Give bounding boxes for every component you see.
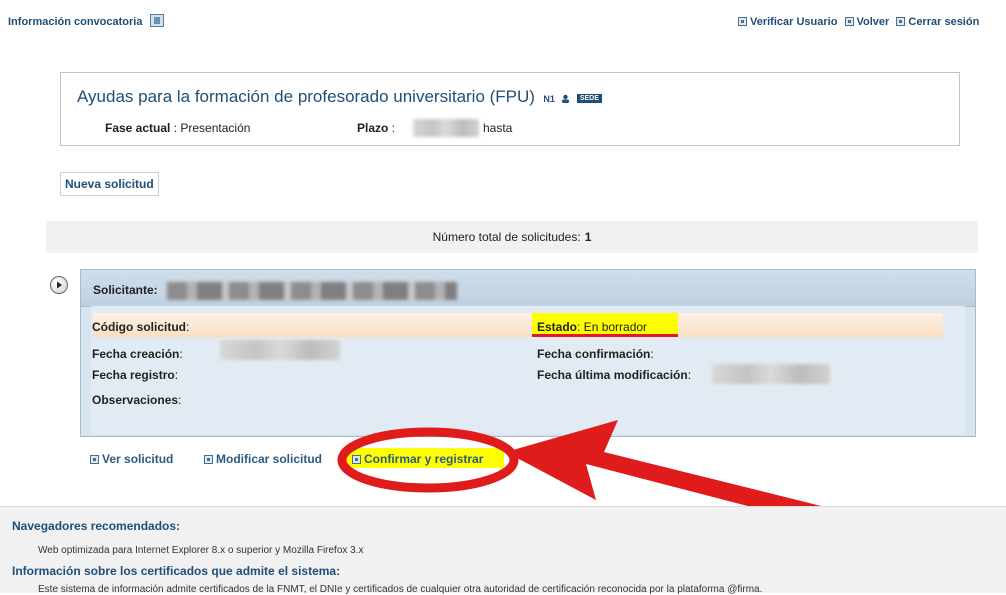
observaciones-sep: : [178, 393, 182, 407]
fecha-registro-field: Fecha registro: [92, 366, 178, 384]
top-nav: Verificar Usuario Volver Cerrar sesión [738, 16, 979, 28]
convocatoria-title: Ayudas para la formación de profesorado … [77, 87, 535, 106]
bullet-icon [204, 455, 213, 464]
browsers-title: Navegadores recomendados: [12, 519, 181, 533]
back-link[interactable]: Volver [844, 16, 889, 28]
ver-solicitud-link[interactable]: Ver solicitud [90, 452, 173, 466]
fecha-registro-label: Fecha registro [92, 368, 175, 382]
certificates-text: Este sistema de información admite certi… [38, 584, 763, 595]
expand-toggle-icon[interactable] [50, 276, 68, 294]
plazo-hasta: hasta [483, 121, 513, 135]
info-convocatoria-link[interactable]: Información convocatoria [8, 14, 164, 28]
plazo-row: Plazo : [357, 121, 395, 135]
fecha-mod-sep: : [687, 368, 692, 382]
fecha-creacion-field: Fecha creación: [92, 345, 183, 363]
solicitud-panel: Solicitante: [80, 269, 976, 437]
fase-label: Fase actual [105, 121, 171, 135]
plazo-label: Plazo [357, 121, 389, 135]
fecha-creacion-redacted [220, 340, 340, 360]
info-icon [149, 14, 164, 27]
fecha-mod-field: Fecha última modificación: [537, 366, 691, 384]
observaciones-field: Observaciones: [92, 391, 181, 409]
new-request-button[interactable]: Nueva solicitud [60, 172, 159, 196]
bullet-icon [896, 17, 906, 26]
codigo-field: Código solicitud: [92, 318, 189, 336]
bullet-icon [352, 455, 361, 464]
logout-link[interactable]: Cerrar sesión [896, 16, 979, 28]
bullet-icon [738, 17, 747, 26]
convocatoria-box: Ayudas para la formación de profesorado … [60, 72, 960, 146]
total-label: Número total de solicitudes: [432, 230, 581, 244]
total-bar: Número total de solicitudes: 1 [46, 221, 978, 253]
bullet-icon [844, 17, 854, 26]
fase-value: : Presentación [173, 121, 251, 135]
fecha-mod-label: Fecha última modificación [537, 368, 688, 382]
codigo-sep: : [186, 320, 190, 334]
new-request-label: Nueva solicitud [65, 177, 154, 191]
plazo-start-redacted [413, 119, 479, 137]
fecha-mod-redacted [712, 364, 830, 384]
estado-label: Estado [537, 320, 578, 334]
estado-value: : En borrador [577, 320, 648, 334]
info-convocatoria-label: Información convocatoria [8, 16, 143, 28]
fecha-creacion-sep: : [179, 347, 183, 361]
solicitante-label: Solicitante: [93, 283, 158, 297]
certificates-title: Información sobre los certificados que a… [12, 564, 341, 578]
fecha-confirmacion-sep: : [650, 347, 654, 361]
modificar-solicitud-link[interactable]: Modificar solicitud [204, 452, 326, 466]
solicitante-redacted [167, 282, 457, 300]
verify-user-link[interactable]: Verificar Usuario [738, 16, 837, 28]
total-count: 1 [584, 230, 592, 244]
codigo-label: Código solicitud [92, 320, 186, 334]
convocatoria-title-row: Ayudas para la formación de profesorado … [77, 87, 602, 107]
confirmar-registrar-link[interactable]: Confirmar y registrar [352, 452, 483, 466]
browsers-text: Web optimizada para Internet Explorer 8.… [38, 545, 364, 556]
sede-badge[interactable]: SEDE [576, 94, 602, 103]
codigo-row [93, 313, 943, 337]
observaciones-label: Observaciones [92, 393, 179, 407]
fecha-confirmacion-field: Fecha confirmación: [537, 345, 654, 363]
fecha-confirmacion-label: Fecha confirmación [537, 347, 651, 361]
fecha-creacion-label: Fecha creación [92, 347, 180, 361]
plazo-sep: : [391, 121, 396, 135]
estado-field: Estado: En borrador [537, 318, 647, 336]
user-icon [561, 90, 570, 103]
fecha-registro-sep: : [174, 368, 179, 382]
level-badge: N1 [543, 94, 555, 104]
fase-row: Fase actual : Presentación [105, 121, 250, 135]
bullet-icon [90, 455, 99, 464]
